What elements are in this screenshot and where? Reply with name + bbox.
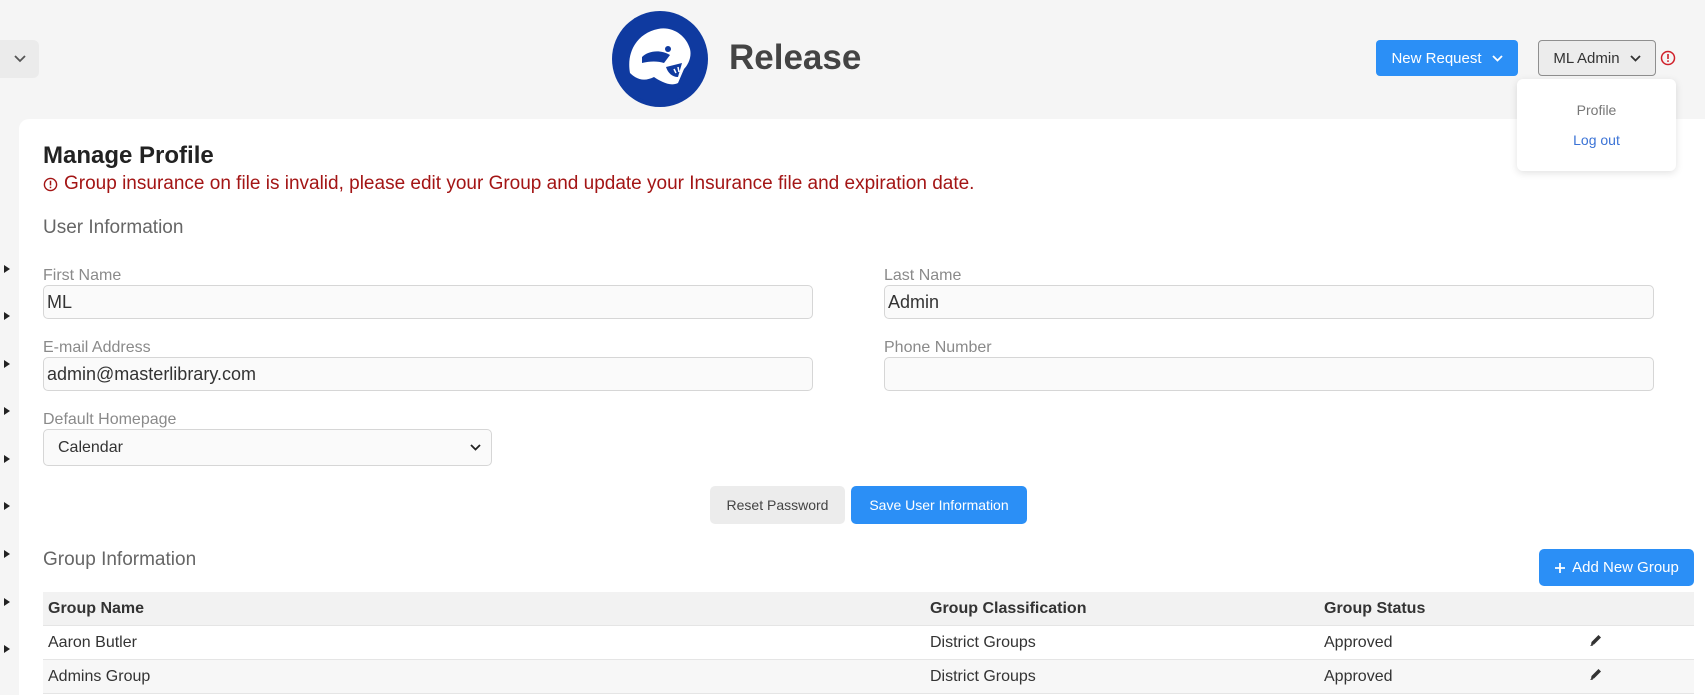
group-classification-cell: District Groups (930, 633, 1036, 651)
logo (612, 11, 708, 107)
group-status-cell: Approved (1324, 633, 1393, 651)
sidebar-toggle-button[interactable] (0, 40, 39, 78)
chevron-down-icon (470, 444, 481, 451)
default-homepage-select[interactable]: Calendar (43, 429, 492, 466)
table-row: Aaron Butler District Groups Approved (43, 626, 1694, 660)
column-header-group-classification: Group Classification (930, 599, 1087, 617)
warning-text: Group insurance on file is invalid, plea… (64, 173, 975, 194)
phone-field[interactable] (884, 357, 1654, 391)
first-name-label: First Name (43, 267, 122, 284)
menu-item-profile[interactable]: Profile (1577, 102, 1617, 118)
sidebar-expand-arrow[interactable] (4, 645, 10, 653)
save-user-information-button[interactable]: Save User Information (851, 486, 1027, 524)
group-name-cell: Aaron Butler (48, 633, 137, 651)
page-title: Manage Profile (43, 142, 214, 169)
user-name-label: ML Admin (1553, 49, 1620, 67)
default-homepage-value: Calendar (58, 438, 123, 456)
sidebar-expand-arrow[interactable] (4, 598, 10, 606)
sidebar-expand-arrow[interactable] (4, 312, 10, 320)
last-name-label: Last Name (884, 267, 962, 284)
last-name-field[interactable] (884, 285, 1654, 319)
user-menu-button[interactable]: ML Admin (1538, 40, 1656, 76)
insurance-warning: Group insurance on file is invalid, plea… (43, 173, 974, 195)
group-classification-cell: District Groups (930, 667, 1036, 685)
group-name-cell: Admins Group (48, 667, 151, 685)
new-request-button[interactable]: New Request (1376, 40, 1518, 76)
email-field[interactable] (43, 357, 813, 391)
table-header-row: Group Name Group Classification Group St… (43, 592, 1694, 626)
sidebar-expand-arrow[interactable] (4, 265, 10, 273)
add-new-group-button[interactable]: Add New Group (1539, 549, 1694, 586)
chevron-down-icon (1491, 54, 1503, 62)
sidebar-expand-arrow[interactable] (4, 407, 10, 415)
new-request-label: New Request (1391, 49, 1482, 67)
user-dropdown-menu: Profile Log out (1517, 79, 1676, 171)
brand-title: Release (729, 38, 862, 77)
first-name-field[interactable] (43, 285, 813, 319)
email-label: E-mail Address (43, 339, 151, 356)
user-information-title: User Information (43, 217, 184, 238)
chevron-down-icon (1629, 54, 1641, 62)
alert-icon (43, 177, 58, 191)
panther-logo-icon (616, 15, 704, 103)
alert-icon[interactable] (1660, 50, 1676, 71)
group-table: Group Name Group Classification Group St… (43, 592, 1694, 694)
sidebar-expand-arrow[interactable] (4, 360, 10, 368)
default-homepage-label: Default Homepage (43, 411, 177, 428)
edit-pencil-icon[interactable] (1589, 667, 1603, 686)
group-status-cell: Approved (1324, 667, 1393, 685)
edit-pencil-icon[interactable] (1589, 633, 1603, 652)
add-new-group-label: Add New Group (1572, 559, 1679, 576)
sidebar-expand-arrow[interactable] (4, 455, 10, 463)
column-header-group-status: Group Status (1324, 599, 1426, 617)
column-header-group-name: Group Name (48, 599, 145, 617)
sidebar-expand-arrow[interactable] (4, 550, 10, 558)
table-row: Admins Group District Groups Approved (43, 660, 1694, 694)
sidebar-expand-arrow[interactable] (4, 502, 10, 510)
phone-label: Phone Number (884, 339, 992, 356)
reset-password-button[interactable]: Reset Password (710, 486, 845, 524)
group-information-title: Group Information (43, 549, 197, 570)
menu-item-logout[interactable]: Log out (1573, 132, 1620, 148)
plus-icon (1555, 562, 1566, 573)
chevron-down-icon (13, 55, 26, 63)
app: Release New Request ML Admin Profile Log… (0, 0, 1705, 695)
